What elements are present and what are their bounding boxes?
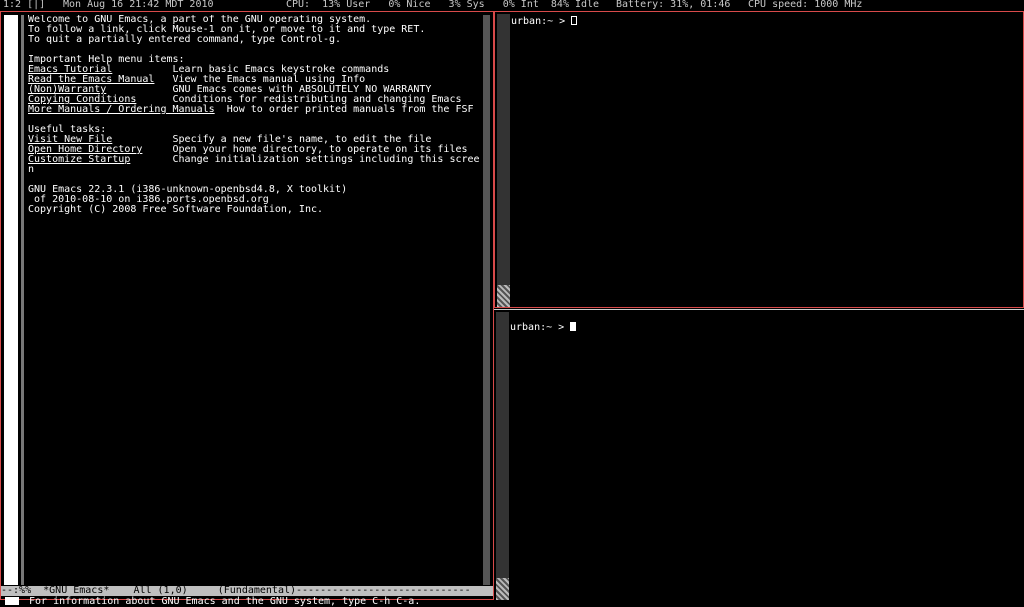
terminal-top-prompt[interactable]: urban:~ > (511, 16, 578, 27)
help-link[interactable]: Customize Startup (28, 154, 130, 165)
buffer-line: Customize Startup Change initialization … (28, 155, 482, 165)
status-bar: 1:2 [|] Mon Aug 16 21:42 MDT 2010 CPU: 1… (0, 0, 1024, 11)
cpu-speed: CPU speed: 1000 MHz (748, 0, 863, 10)
buffer-text: n (28, 164, 35, 175)
emacs-window[interactable]: Welcome to GNU Emacs, a part of the GNU … (0, 11, 494, 607)
terminal-top-scrollbar[interactable] (497, 14, 510, 307)
help-link-description: How to order printed manuals from the FS… (226, 104, 474, 115)
buffer-line: To quit a partially entered command, typ… (28, 35, 482, 45)
prompt-text: urban:~ > (511, 16, 572, 27)
prompt-text: urban:~ > (510, 322, 571, 333)
emacs-mode-line: --:%% *GNU Emacs* All (1,0) (Fundamental… (1, 586, 493, 596)
help-link-description: Change initialization settings including… (172, 154, 480, 165)
text-cursor (570, 322, 577, 331)
emacs-scrollbar[interactable] (4, 15, 18, 585)
buffer-line: Copyright (C) 2008 Free Software Foundat… (28, 205, 482, 215)
battery-status: Battery: 31%, 01:46 (616, 0, 731, 10)
buffer-line: n (28, 165, 482, 175)
buffer-text: Copyright (C) 2008 Free Software Foundat… (28, 204, 324, 215)
emacs-minibuffer[interactable]: For information about GNU Emacs and the … (29, 597, 420, 607)
help-link[interactable]: More Manuals / Ordering Manuals (28, 104, 215, 115)
buffer-line: More Manuals / Ordering Manuals How to o… (28, 105, 482, 115)
terminal-bottom[interactable]: urban:~ > (494, 309, 1024, 600)
scrollbar-thumb[interactable] (497, 285, 510, 307)
terminal-top[interactable]: urban:~ > (494, 11, 1024, 308)
minibuffer-icon (5, 597, 19, 605)
emacs-right-fringe (483, 15, 490, 585)
terminal-bottom-prompt[interactable]: urban:~ > (510, 322, 577, 333)
buffer-text: To quit a partially entered command, typ… (28, 34, 342, 45)
workspace-indicator[interactable]: 1:2 [|] (3, 0, 45, 10)
datetime: Mon Aug 16 21:42 MDT 2010 (63, 0, 214, 10)
scrollbar-thumb[interactable] (496, 578, 509, 600)
terminal-bottom-scrollbar[interactable] (496, 312, 509, 600)
emacs-buffer[interactable]: Welcome to GNU Emacs, a part of the GNU … (28, 15, 482, 585)
text-cursor (571, 16, 578, 25)
emacs-fringe (21, 15, 24, 585)
cpu-usage: CPU: 13% User 0% Nice 3% Sys 0% Int 84% … (286, 0, 600, 10)
